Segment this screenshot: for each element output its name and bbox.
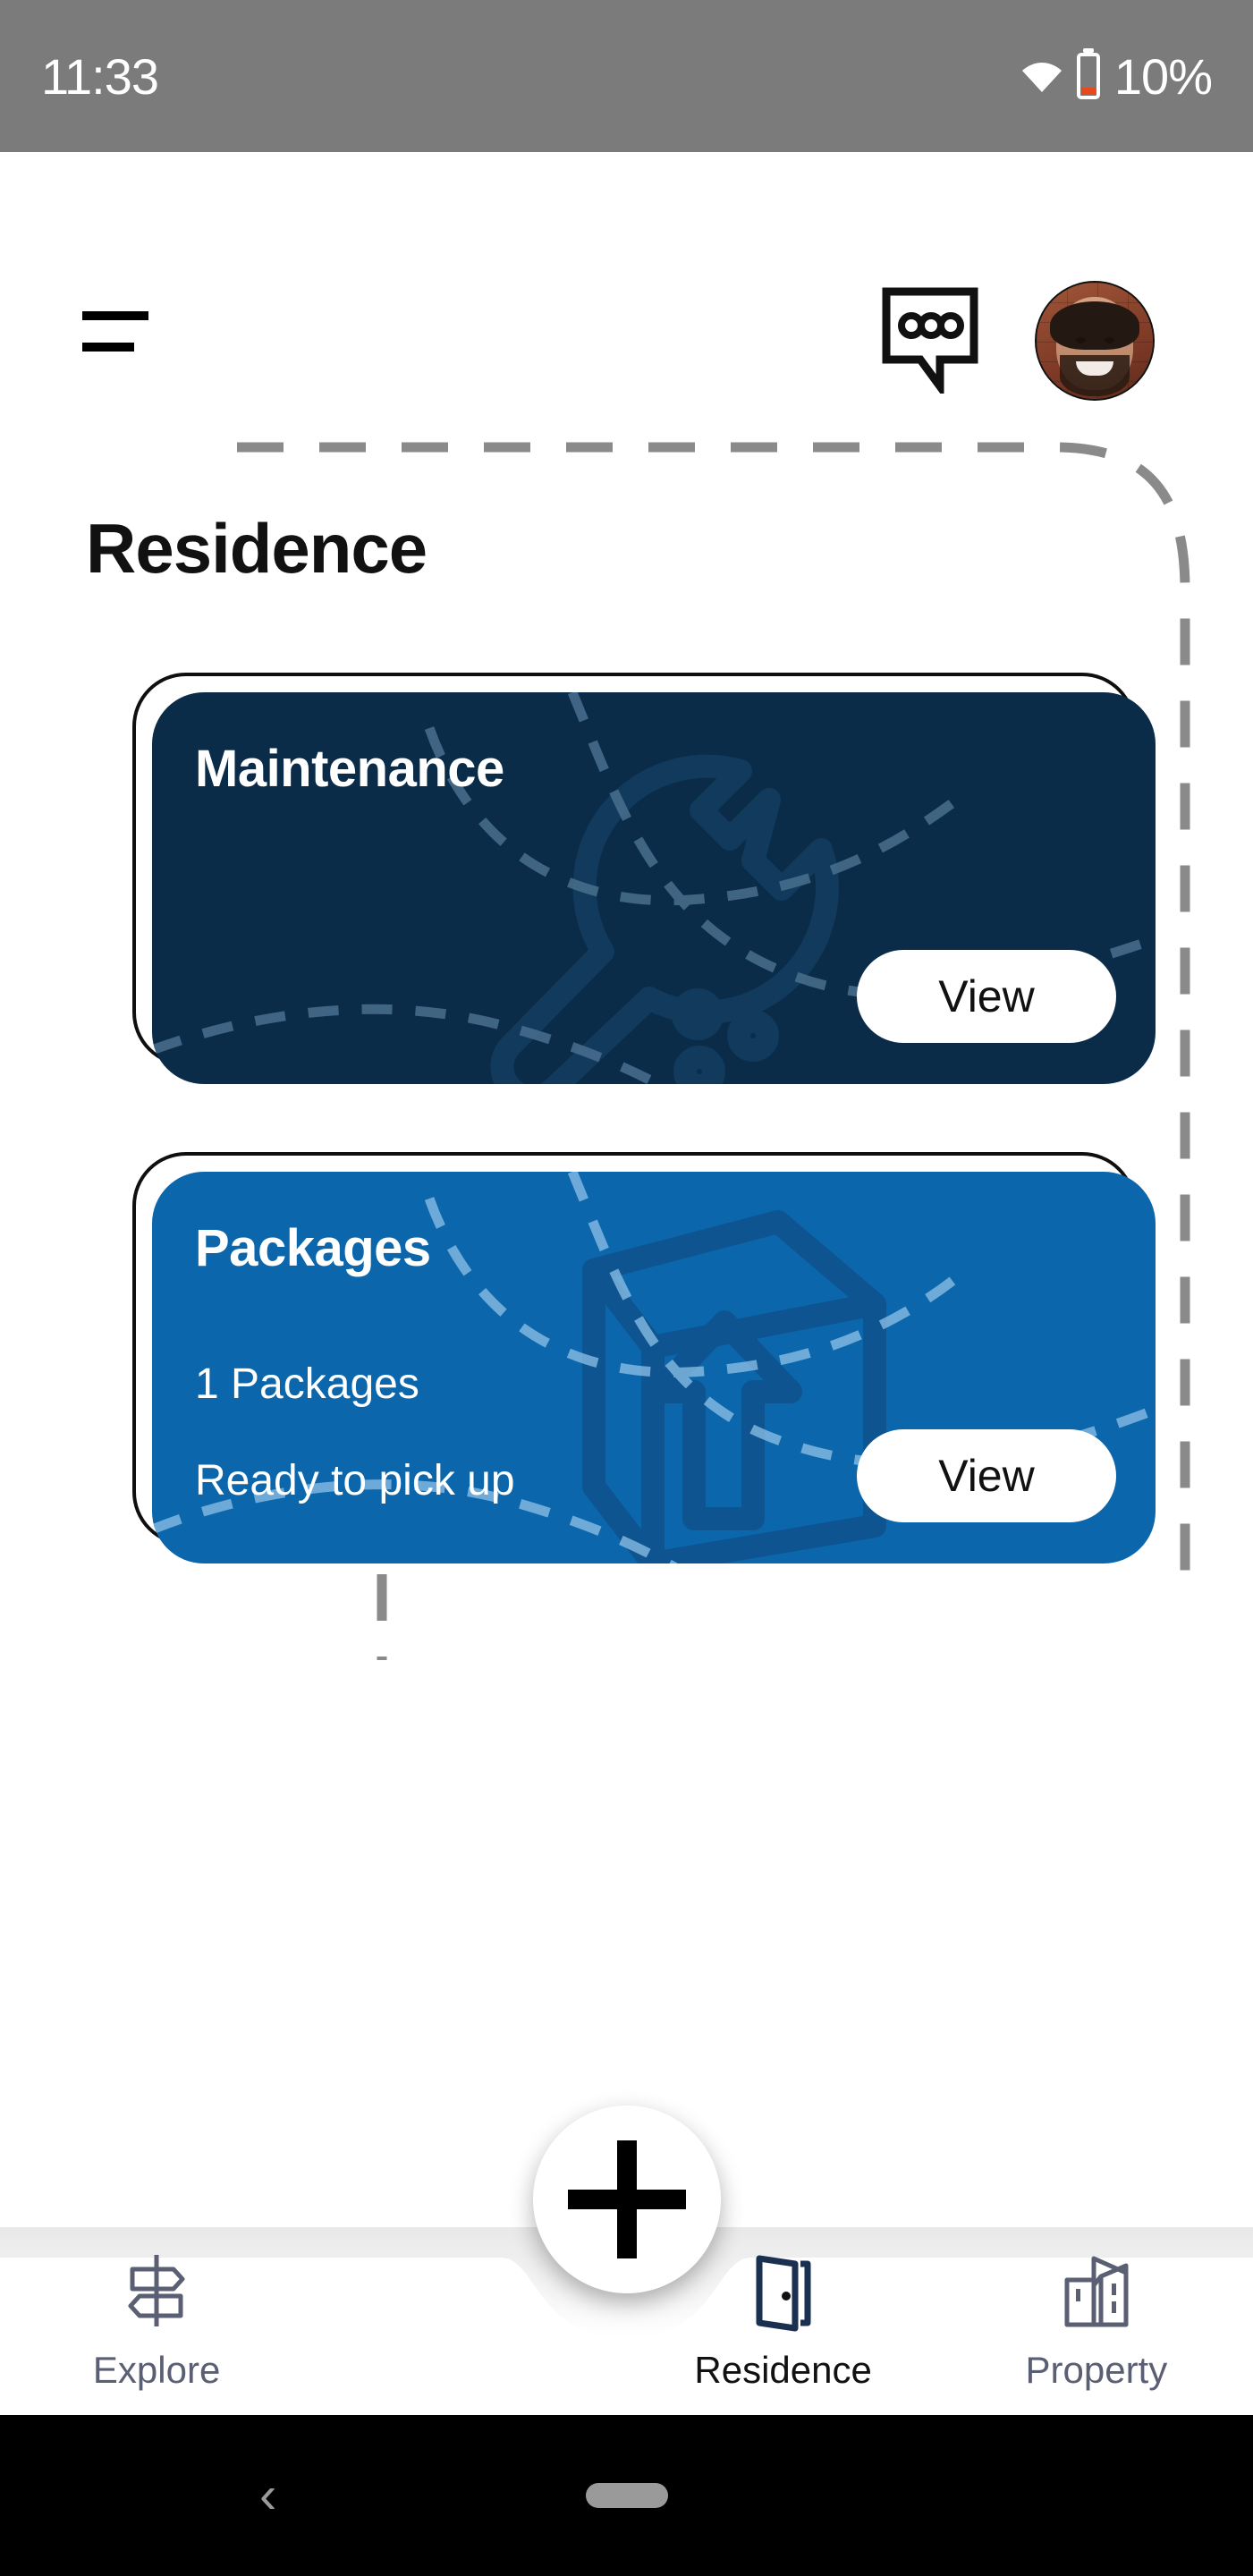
wifi-icon [1021, 58, 1063, 94]
view-button[interactable]: View [857, 950, 1116, 1043]
card-title: Maintenance [195, 740, 504, 798]
view-button[interactable]: View [857, 1429, 1116, 1522]
card-packages[interactable]: Packages 1 Packages Ready to pick up Vie… [132, 1152, 1156, 1563]
battery-percent: 10% [1113, 47, 1213, 105]
page-title: Residence [86, 509, 428, 588]
card-status: Ready to pick up [195, 1457, 515, 1504]
card-maintenance[interactable]: Maintenance View [132, 673, 1156, 1084]
avatar[interactable] [1035, 281, 1155, 401]
sidebar-item-explore[interactable]: Explore [0, 2250, 313, 2415]
add-button[interactable] [532, 2106, 721, 2293]
sidebar-item-property[interactable]: Property [940, 2250, 1253, 2415]
app-header [0, 152, 1253, 401]
home-indicator-pill[interactable] [585, 2483, 668, 2508]
hamburger-menu-icon[interactable] [82, 311, 154, 365]
card-body: Packages 1 Packages Ready to pick up Vie… [152, 1172, 1156, 1563]
chat-bubble-icon[interactable] [881, 286, 979, 399]
status-indicators: 10% [1021, 47, 1213, 106]
card-count: 1 Packages [195, 1360, 419, 1408]
card-body: Maintenance View [152, 692, 1156, 1084]
android-navigation-bar: ‹ [0, 2415, 1253, 2576]
battery-low-icon [1076, 53, 1100, 99]
back-chevron-icon[interactable]: ‹ [259, 2470, 276, 2521]
buildings-icon [1058, 2250, 1135, 2336]
signpost-icon [118, 2250, 195, 2336]
status-bar: 11:33 10% [0, 0, 1253, 152]
sidebar-item-label: Explore [92, 2349, 221, 2391]
sidebar-item-label: Residence [694, 2349, 872, 2391]
open-door-icon [745, 2250, 822, 2336]
status-time: 11:33 [41, 47, 159, 105]
app-screen: 11:33 10% Residence Maintenance View Pac… [0, 0, 1253, 2576]
card-title: Packages [195, 1219, 431, 1277]
sidebar-item-label: Property [1025, 2349, 1168, 2391]
